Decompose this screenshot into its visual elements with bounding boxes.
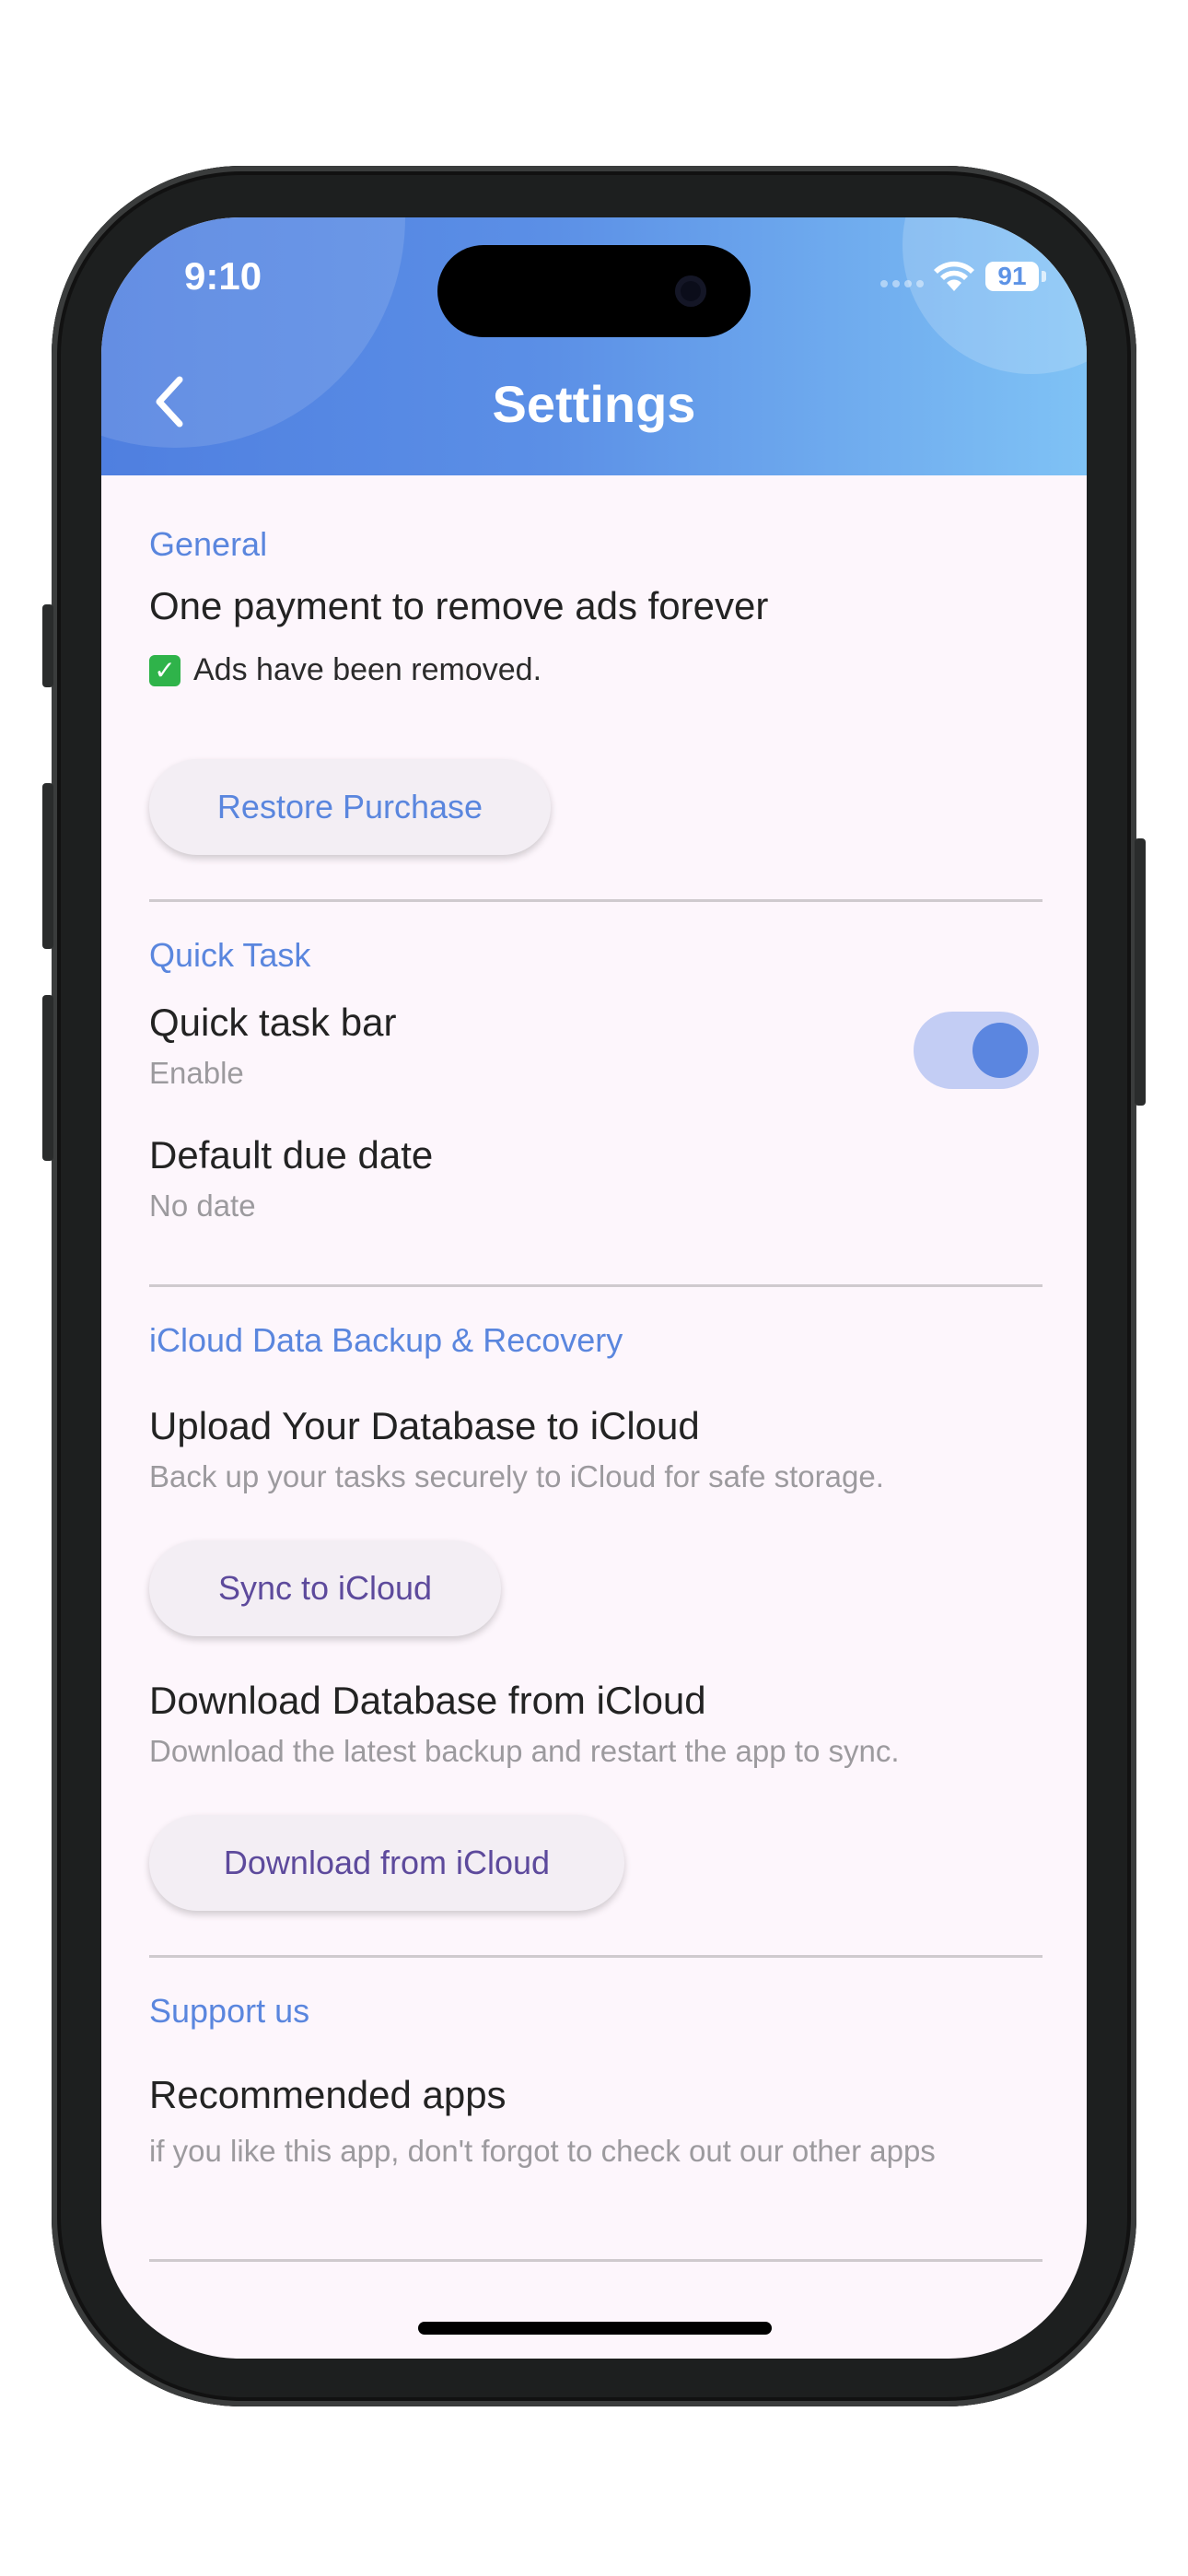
recommended-apps-subtitle: if you like this app, don't forgot to ch…: [149, 2134, 936, 2168]
action-button: [42, 604, 53, 687]
app-header: 9:10 91 Settings: [101, 217, 1087, 475]
home-indicator[interactable]: [418, 2322, 772, 2335]
restore-purchase-button[interactable]: Restore Purchase: [149, 759, 551, 855]
ads-status: ✓ Ads have been removed.: [149, 652, 542, 688]
header-decoration-circle: [903, 217, 1087, 374]
wifi-icon: [934, 261, 974, 291]
divider: [149, 2259, 1042, 2262]
toggle-knob: [973, 1023, 1028, 1078]
battery-icon: 91: [985, 262, 1039, 291]
app-screen: 9:10 91 Settings General One payment to …: [101, 217, 1087, 2359]
divider: [149, 1284, 1042, 1287]
remove-ads-title: One payment to remove ads forever: [149, 584, 769, 627]
status-time: 9:10: [184, 254, 262, 298]
divider: [149, 1955, 1042, 1958]
recommended-apps-title[interactable]: Recommended apps: [149, 2073, 507, 2117]
default-due-date-title[interactable]: Default due date: [149, 1133, 433, 1177]
download-database-subtitle: Download the latest backup and restart t…: [149, 1734, 900, 1768]
volume-down-button: [42, 995, 53, 1161]
default-due-date-value: No date: [149, 1188, 256, 1223]
upload-database-title: Upload Your Database to iCloud: [149, 1404, 700, 1447]
battery-nub: [1042, 271, 1046, 282]
section-title-support: Support us: [149, 1992, 310, 2030]
download-database-title: Download Database from iCloud: [149, 1679, 706, 1722]
volume-up-button: [42, 783, 53, 949]
download-from-icloud-button[interactable]: Download from iCloud: [149, 1815, 624, 1911]
section-title-quick-task: Quick Task: [149, 936, 311, 974]
section-title-general: General: [149, 525, 268, 563]
quick-task-bar-title[interactable]: Quick task bar: [149, 1001, 396, 1045]
sync-to-icloud-button[interactable]: Sync to iCloud: [149, 1540, 501, 1636]
upload-database-subtitle: Back up your tasks securely to iCloud fo…: [149, 1459, 884, 1493]
quick-task-bar-subtitle: Enable: [149, 1056, 244, 1090]
dynamic-island: [437, 245, 751, 337]
section-title-icloud: iCloud Data Backup & Recovery: [149, 1321, 623, 1359]
page-title: Settings: [492, 375, 696, 433]
front-camera: [675, 275, 706, 307]
check-mark-icon: ✓: [149, 654, 181, 686]
power-button: [1135, 838, 1146, 1106]
ads-status-text: Ads have been removed.: [193, 652, 542, 687]
cellular-signal-icon: [880, 280, 924, 287]
quick-task-bar-toggle[interactable]: [914, 1012, 1039, 1089]
divider: [149, 899, 1042, 902]
